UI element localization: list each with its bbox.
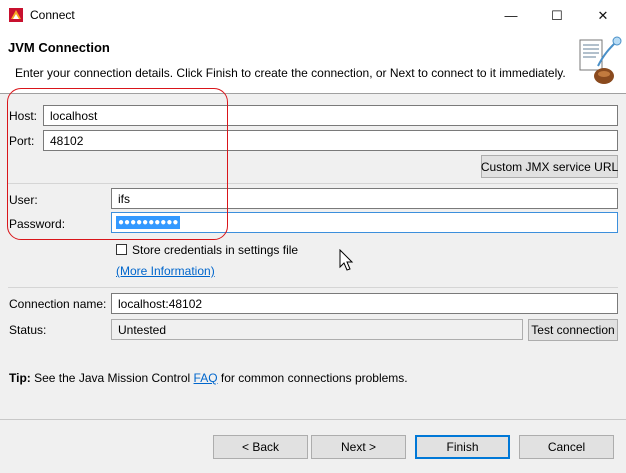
- finish-button[interactable]: Finish: [415, 435, 510, 459]
- custom-jmx-url-button[interactable]: Custom JMX service URL: [481, 155, 618, 178]
- connection-name-input[interactable]: localhost:48102: [111, 293, 618, 314]
- back-button[interactable]: < Back: [213, 435, 308, 459]
- button-bar-separator: [0, 419, 626, 420]
- app-icon: [9, 8, 23, 22]
- next-button[interactable]: Next >: [311, 435, 406, 459]
- tip-text-after: for common connections problems.: [217, 371, 408, 385]
- minimize-icon: —: [504, 8, 518, 23]
- tip-text: Tip: See the Java Mission Control FAQ fo…: [9, 371, 408, 385]
- maximize-button[interactable]: ☐: [534, 0, 580, 31]
- faq-link[interactable]: FAQ: [194, 371, 218, 385]
- test-connection-button[interactable]: Test connection: [528, 319, 618, 341]
- maximize-icon: ☐: [551, 7, 563, 23]
- tip-text-before: See the Java Mission Control: [30, 371, 194, 385]
- page-title: JVM Connection: [8, 40, 110, 55]
- status-value: Untested: [111, 319, 523, 340]
- tip-prefix: Tip:: [9, 371, 31, 385]
- close-icon: ✕: [597, 7, 609, 23]
- mouse-pointer-icon: [339, 249, 354, 271]
- connection-wizard-icon: [579, 36, 622, 84]
- store-credentials-checkbox[interactable]: [116, 244, 127, 255]
- store-credentials-label: Store credentials in settings file: [132, 243, 299, 257]
- close-button[interactable]: ✕: [580, 0, 626, 31]
- connection-name-label: Connection name:: [9, 297, 107, 311]
- window-title: Connect: [30, 8, 75, 22]
- annotation-highlight: [7, 88, 228, 240]
- section-divider: [8, 287, 618, 288]
- page-description: Enter your connection details. Click Fin…: [15, 66, 566, 80]
- status-label: Status:: [9, 323, 47, 337]
- cancel-button[interactable]: Cancel: [519, 435, 614, 459]
- minimize-button[interactable]: —: [488, 0, 534, 31]
- more-information-link[interactable]: (More Information): [116, 264, 215, 278]
